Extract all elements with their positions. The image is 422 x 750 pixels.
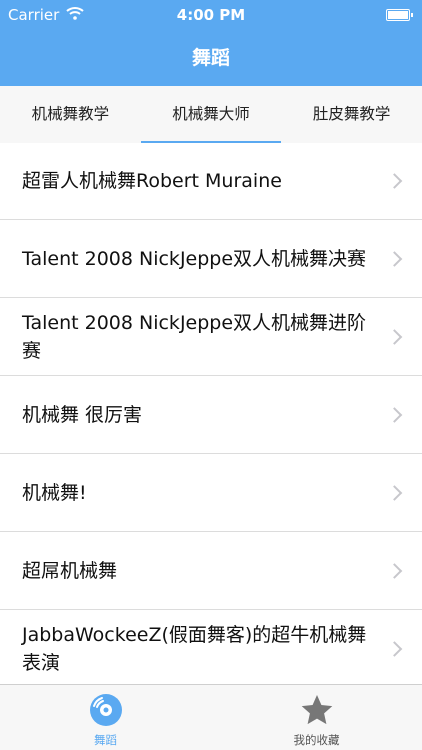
chevron-right-icon xyxy=(386,562,403,579)
list-item-title: 机械舞! xyxy=(22,481,87,504)
list-item-title: Talent 2008 NickJeppe双人机械舞决赛 xyxy=(22,247,367,270)
status-bar: Carrier 4:00 PM xyxy=(0,0,422,30)
list-item-title: Talent 2008 NickJeppe双人机械舞进阶赛 xyxy=(22,311,367,362)
tabbar-item-dance[interactable]: 舞蹈 xyxy=(0,685,211,750)
tabbar-label-dance: 舞蹈 xyxy=(94,733,117,747)
chevron-right-icon xyxy=(386,173,403,189)
chevron-right-icon xyxy=(386,250,403,267)
list-item-title: 超雷人机械舞Robert Muraine xyxy=(22,170,282,192)
battery-icon xyxy=(386,9,413,21)
list-item[interactable]: Talent 2008 NickJeppe双人机械舞进阶赛 xyxy=(0,298,422,376)
status-time: 4:00 PM xyxy=(176,6,246,24)
chevron-right-icon xyxy=(386,406,403,423)
category-tabs: 机械舞教学 机械舞大师 肚皮舞教学 xyxy=(0,86,422,144)
list-item[interactable]: Talent 2008 NickJeppe双人机械舞决赛 xyxy=(0,220,422,298)
disc-icon xyxy=(89,694,122,726)
list-item[interactable]: 机械舞 很厉害 xyxy=(0,376,422,454)
list-item-title: JabbaWockeeZ(假面舞客)的超牛机械舞表演 xyxy=(22,623,367,674)
header: Carrier 4:00 PM 舞蹈 xyxy=(0,0,422,86)
tab-belly-dance-tutorial[interactable]: 肚皮舞教学 xyxy=(281,86,422,143)
tabbar-item-favorites[interactable]: 我的收藏 xyxy=(211,685,422,750)
tab-mechanical-dance-tutorial[interactable]: 机械舞教学 xyxy=(0,86,141,143)
bottom-tab-bar: 舞蹈 我的收藏 xyxy=(0,684,422,750)
list-item[interactable]: 机械舞! xyxy=(0,454,422,532)
list-item-title: 超屌机械舞 xyxy=(22,559,118,582)
chevron-right-icon xyxy=(386,328,403,345)
list-item-title: 机械舞 很厉害 xyxy=(22,403,143,426)
tabbar-label-favorites: 我的收藏 xyxy=(293,733,340,747)
chevron-right-icon xyxy=(386,640,403,657)
video-list: 超雷人机械舞Robert Muraine Talent 2008 NickJep… xyxy=(0,143,422,685)
page-title: 舞蹈 xyxy=(191,47,230,69)
star-icon xyxy=(301,695,332,725)
chevron-right-icon xyxy=(386,484,403,501)
list-item[interactable]: 超雷人机械舞Robert Muraine xyxy=(0,143,422,220)
list-item[interactable]: JabbaWockeeZ(假面舞客)的超牛机械舞表演 xyxy=(0,610,422,685)
tab-mechanical-dance-master[interactable]: 机械舞大师 xyxy=(140,86,282,144)
list-item[interactable]: 超屌机械舞 xyxy=(0,532,422,610)
